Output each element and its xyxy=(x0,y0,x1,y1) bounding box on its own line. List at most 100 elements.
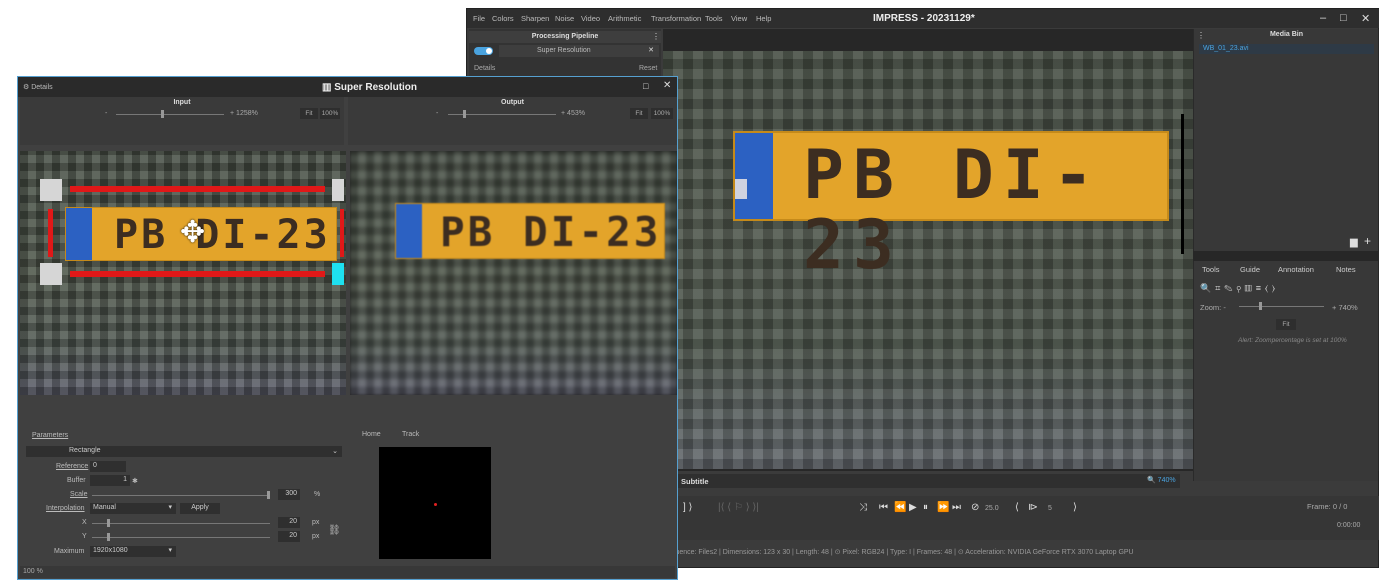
input-view[interactable]: PB DI-23 ✥ xyxy=(20,151,346,395)
subtitle-track[interactable]: Subtitle xyxy=(675,474,1180,488)
scale-field[interactable]: 300 xyxy=(278,489,300,500)
output-view[interactable]: PB DI-23 xyxy=(350,151,677,395)
apply-button[interactable]: Apply xyxy=(180,503,220,514)
tab-annotation[interactable]: Annotation xyxy=(1278,265,1314,274)
media-bin-menu-icon[interactable]: ⋮ xyxy=(1197,31,1205,40)
folder-icon[interactable]: ▆ xyxy=(1350,237,1358,248)
media-item[interactable]: WB_01_23.avi xyxy=(1199,44,1374,54)
buffer-field[interactable]: 1 xyxy=(90,475,130,486)
output-fit-button[interactable]: Fit xyxy=(630,108,648,119)
pause-icon[interactable]: ⏸ xyxy=(923,502,928,513)
zoom-slider[interactable] xyxy=(1239,302,1324,310)
maximize-button[interactable]: □ xyxy=(1340,12,1347,24)
details-title: ▥ Super Resolution xyxy=(322,82,418,93)
shape-select[interactable]: Rectangle ⌄ xyxy=(26,446,342,457)
play-icon[interactable]: ▶ xyxy=(909,502,917,513)
plate-text: PB DI-23 xyxy=(803,136,1103,285)
crop-edge-right[interactable] xyxy=(340,209,344,257)
menu-tools[interactable]: Tools xyxy=(705,14,723,23)
menu-video[interactable]: Video xyxy=(581,14,600,23)
next-icon[interactable]: ⟩ xyxy=(1073,502,1077,513)
menu-file[interactable]: File xyxy=(473,14,485,23)
move-cursor-icon: ✥ xyxy=(180,216,206,249)
fit-button[interactable]: Fit xyxy=(1276,319,1296,330)
crop-edge-top[interactable] xyxy=(70,186,325,192)
interpolation-label: Interpolation xyxy=(46,505,85,512)
frame-value[interactable]: 0 / 0 xyxy=(1333,502,1348,511)
pipeline-toggle[interactable] xyxy=(474,47,493,55)
remove-step-icon[interactable]: ✕ xyxy=(648,46,654,54)
skip-back-icon[interactable]: ⏮ xyxy=(879,502,888,513)
parameters-label[interactable]: Parameters xyxy=(32,432,68,439)
frame-step-icon[interactable]: ⧐ xyxy=(1028,502,1038,513)
menu-view[interactable]: View xyxy=(731,14,747,23)
interpolation-select[interactable]: Manual ▾ xyxy=(90,503,176,514)
input-fit-button[interactable]: Fit xyxy=(300,108,318,119)
menu-noise[interactable]: Noise xyxy=(555,14,574,23)
pipeline-menu-icon[interactable]: ⋮ xyxy=(652,32,660,41)
menu-sharpen[interactable]: Sharpen xyxy=(521,14,549,23)
minimize-button[interactable]: – xyxy=(1320,12,1326,24)
crop-edge-bottom[interactable] xyxy=(70,271,325,277)
y-label: Y xyxy=(82,533,87,540)
maximum-select[interactable]: 1920x1080 ▾ xyxy=(90,546,176,557)
output-header: Output xyxy=(501,99,524,106)
step-value[interactable]: 5 xyxy=(1048,505,1052,512)
output-100-button[interactable]: 100% xyxy=(651,108,673,119)
pipeline-item-super-resolution[interactable]: Super Resolution ✕ xyxy=(499,45,659,57)
crop-handle-tl[interactable] xyxy=(40,179,62,201)
crop-handle-tr[interactable] xyxy=(332,179,344,201)
media-bin-panel: Media Bin ⋮ WB_01_23.avi ▆ + xyxy=(1193,29,1378,251)
x-unit: px xyxy=(312,519,320,526)
license-plate-image: PB DI-23 xyxy=(733,131,1169,281)
tab-notes[interactable]: Notes xyxy=(1336,265,1356,274)
crop-handle-bl[interactable] xyxy=(40,263,62,285)
status-bar: Sequence: Files2 | Dimensions: 123 x 30 … xyxy=(663,549,1134,556)
x-field[interactable]: 20 xyxy=(278,517,300,528)
input-pane-header: Input - + 1258% Fit 100% xyxy=(20,97,344,145)
tool-icons[interactable]: 🔍⌗✎⚲▥≡⟨⟩ xyxy=(1200,283,1279,294)
scale-unit: % xyxy=(314,491,321,498)
input-100-button[interactable]: 100% xyxy=(320,108,340,119)
mark-out-icon[interactable]: ] ⟩ xyxy=(683,502,692,513)
tab-track[interactable]: Track xyxy=(402,431,419,438)
menu-transformation[interactable]: Transformation xyxy=(651,14,701,23)
y-slider[interactable] xyxy=(92,533,270,541)
pipeline-item-label: Super Resolution xyxy=(537,47,591,54)
details-link[interactable]: Details xyxy=(474,65,495,72)
crop-edge-left[interactable] xyxy=(48,209,53,257)
input-zoom-slider[interactable] xyxy=(116,110,224,118)
zoom-chip[interactable]: 🔍 740% xyxy=(1147,476,1176,484)
reset-link[interactable]: Reset xyxy=(639,65,657,72)
crop-handle-br[interactable] xyxy=(332,263,344,285)
skip-forward-icon[interactable]: ⏭ xyxy=(952,502,961,513)
step-forward-icon[interactable]: ⏩ xyxy=(937,502,949,513)
scale-slider[interactable] xyxy=(92,491,270,499)
menu-help[interactable]: Help xyxy=(756,14,771,23)
fps-value[interactable]: 25.0 xyxy=(985,505,999,512)
chevron-down-icon: ⌄ xyxy=(332,448,338,455)
tab-guide[interactable]: Guide xyxy=(1240,265,1260,274)
add-icon[interactable]: + xyxy=(1364,234,1371,248)
shuffle-icon[interactable]: ⤨ xyxy=(859,502,867,513)
output-zoom-slider[interactable] xyxy=(448,110,556,118)
track-preview[interactable] xyxy=(379,447,491,559)
tab-home[interactable]: Home xyxy=(362,431,381,438)
buffer-stepper-icon[interactable]: ✱ xyxy=(132,477,138,485)
nav-disabled-icons: |⟨ ⟨ ⚐ ⟩ ⟩| xyxy=(718,502,759,513)
reference-field[interactable]: 0 xyxy=(90,461,126,472)
close-button[interactable]: ✕ xyxy=(1361,12,1370,25)
step-back-icon[interactable]: ⏪ xyxy=(894,502,906,513)
link-icon[interactable]: ⛓ xyxy=(328,525,341,536)
maximize-icon[interactable]: □ xyxy=(643,81,648,91)
pipeline-header: Processing Pipeline xyxy=(469,31,661,43)
close-icon[interactable]: ✕ xyxy=(663,80,671,91)
x-slider[interactable] xyxy=(92,519,270,527)
prev-icon[interactable]: ⟨ xyxy=(1015,502,1019,513)
menu-colors[interactable]: Colors xyxy=(492,14,514,23)
processing-pipeline-panel: Processing Pipeline ⋮ Super Resolution ✕… xyxy=(469,29,661,79)
details-window: ⚙ Details ▥ Super Resolution □ ✕ Input -… xyxy=(17,76,678,580)
menu-arithmetic[interactable]: Arithmetic xyxy=(608,14,641,23)
y-field[interactable]: 20 xyxy=(278,531,300,542)
tab-tools[interactable]: Tools xyxy=(1202,265,1220,274)
